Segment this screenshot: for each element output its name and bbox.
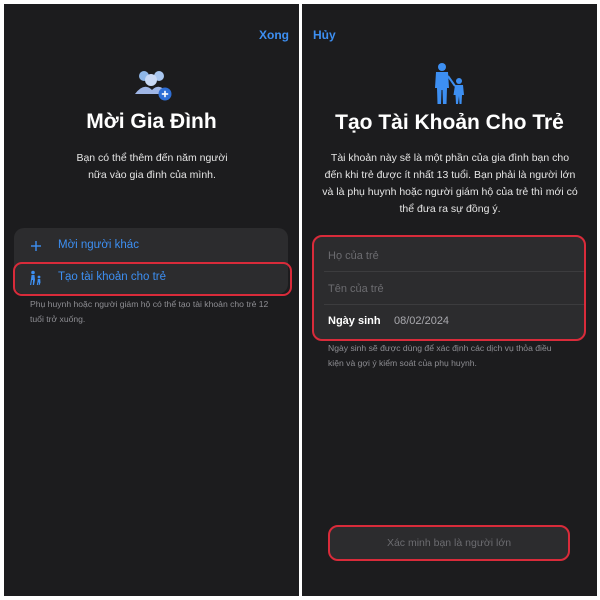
page-title: Tạo Tài Khoản Cho Trẻ — [335, 111, 564, 134]
page-title: Mời Gia Đình — [86, 110, 217, 133]
highlight-frame — [13, 262, 292, 296]
page-description: Tài khoản này sẽ là một phần của gia đìn… — [322, 152, 578, 215]
child-info-form: Họ của trẻ Tên của trẻ Ngày sinh 08/02/2… — [312, 235, 586, 341]
dob-label: Ngày sinh — [328, 315, 381, 327]
footnote: Phụ huynh hoặc người giám hộ có thể tạo … — [30, 299, 269, 324]
divider — [324, 271, 584, 272]
create-child-account-screen: Hủy Tạo Tài Khoản Cho Trẻ Tài khoản này … — [302, 4, 597, 596]
divider — [324, 304, 584, 305]
plus-icon — [31, 241, 41, 251]
verify-adult-button[interactable]: Xác minh bạn là người lớn — [328, 525, 570, 561]
option-label: Mời người khác — [58, 239, 139, 251]
invite-other-option[interactable]: Mời người khác — [14, 230, 288, 263]
done-button[interactable]: Xong — [259, 28, 289, 42]
cancel-button[interactable]: Hủy — [313, 28, 336, 42]
first-name-field[interactable]: Họ của trẻ — [328, 250, 379, 262]
footnote: Ngày sinh sẽ được dùng để xác định các d… — [328, 343, 552, 368]
last-name-field[interactable]: Tên của trẻ — [328, 283, 384, 295]
page-description: Bạn có thể thêm đến năm người nữa vào gi… — [76, 152, 228, 181]
parent-child-icon — [435, 63, 464, 104]
family-add-icon — [135, 71, 172, 101]
invite-family-screen: Xong Mời Gia Đình Bạn có thể thêm đến nă… — [4, 4, 299, 596]
dob-picker[interactable]: 08/02/2024 — [394, 315, 449, 327]
